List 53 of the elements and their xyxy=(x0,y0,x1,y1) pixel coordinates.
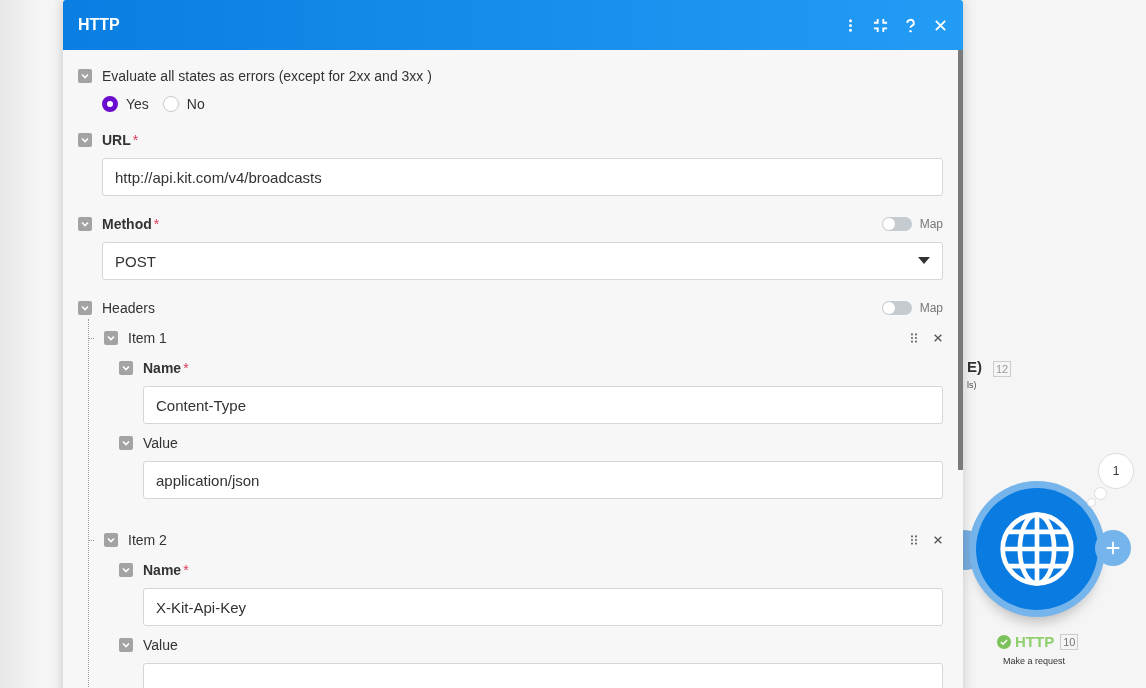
field-label: Value xyxy=(143,435,178,451)
input-field[interactable]: Content-Type xyxy=(143,386,943,424)
module-title: E) xyxy=(967,358,982,375)
item-label: Item 2 xyxy=(128,532,167,548)
drag-handle-icon[interactable] xyxy=(910,534,918,546)
collapse-icon[interactable] xyxy=(873,17,888,33)
input-field[interactable]: X-Kit-Api-Key xyxy=(143,588,943,626)
field-label: Value xyxy=(143,637,178,653)
toggle-label: Map xyxy=(919,301,943,315)
scrollbar[interactable] xyxy=(958,50,963,470)
plus-icon xyxy=(1104,539,1122,557)
collapse-toggle-icon[interactable] xyxy=(104,331,118,345)
module-subtitle: ls) xyxy=(967,380,977,390)
check-icon xyxy=(997,634,1011,649)
collapse-toggle-icon[interactable] xyxy=(78,133,92,147)
collapse-toggle-icon[interactable] xyxy=(78,301,92,315)
radio-button[interactable] xyxy=(102,96,118,112)
radio-label: No xyxy=(186,96,205,112)
collapse-toggle-icon[interactable] xyxy=(119,436,133,450)
collapse-toggle-icon[interactable] xyxy=(119,563,133,577)
module-number: 10 xyxy=(1060,633,1079,650)
collapse-toggle-icon[interactable] xyxy=(78,69,92,83)
method-dropdown[interactable]: POST xyxy=(102,242,943,280)
close-icon[interactable] xyxy=(933,17,948,33)
module-title: HTTP xyxy=(1015,633,1055,650)
item-label: Item 1 xyxy=(128,330,167,346)
collapse-toggle-icon[interactable] xyxy=(119,361,133,375)
toggle-label: Map xyxy=(919,217,943,231)
field-label: Name* xyxy=(143,360,189,376)
field-label: URL* xyxy=(102,132,139,148)
help-icon[interactable] xyxy=(903,17,918,33)
field-label: Evaluate all states as errors (except for 2xx and 3xx ) xyxy=(102,68,432,84)
module-number: 12 xyxy=(993,361,1012,377)
collapse-toggle-icon[interactable] xyxy=(104,533,118,547)
url-field[interactable]: http://api.kit.com/v4/broadcasts xyxy=(102,158,943,196)
module-subtitle: Make a request xyxy=(1003,656,1066,666)
caret-icon xyxy=(918,257,930,265)
remove-icon[interactable] xyxy=(933,535,943,545)
input-field[interactable]: application/json xyxy=(143,461,943,499)
collapse-toggle-icon[interactable] xyxy=(78,217,92,231)
radio-label: Yes xyxy=(126,96,149,112)
dialog-title: HTTP xyxy=(78,16,120,34)
map-toggle[interactable] xyxy=(881,301,912,315)
field-label: Name* xyxy=(143,562,189,578)
operations-bubble: 1 xyxy=(1098,453,1134,489)
add-module-button[interactable] xyxy=(1095,530,1131,566)
globe-icon xyxy=(998,510,1076,588)
remove-icon[interactable] xyxy=(933,333,943,343)
drag-handle-icon[interactable] xyxy=(910,332,918,344)
collapse-toggle-icon[interactable] xyxy=(119,638,133,652)
field-label: Method* xyxy=(102,216,160,232)
map-toggle[interactable] xyxy=(881,217,912,231)
field-label: Headers xyxy=(102,300,155,316)
